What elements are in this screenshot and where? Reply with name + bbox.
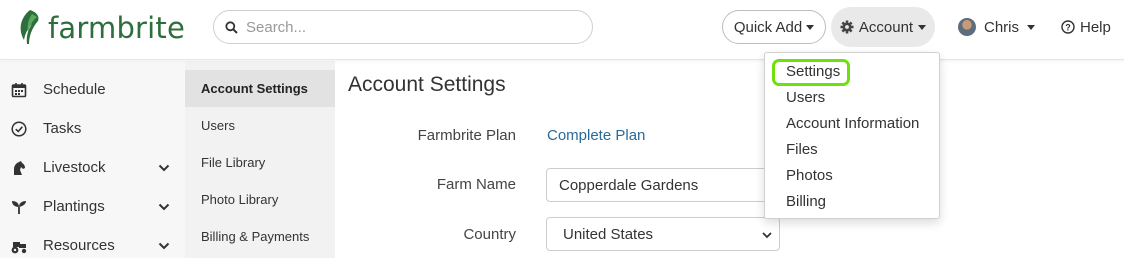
horse-icon: [10, 159, 28, 177]
check-circle-icon: [10, 120, 28, 138]
chevron-down-icon[interactable]: [157, 239, 171, 253]
svg-text:?: ?: [1065, 22, 1071, 32]
user-menu[interactable]: Chris: [958, 14, 1036, 40]
menu-item-users[interactable]: Users: [786, 89, 825, 106]
search-box[interactable]: [213, 10, 593, 44]
subnav-item-file-library[interactable]: File Library: [185, 144, 335, 181]
caret-down-icon: [1027, 25, 1036, 30]
sidebar-item-label: Plantings: [43, 198, 105, 215]
logo-wordmark: farmbrite: [48, 11, 186, 45]
account-subnav: Account Settings Users File Library Phot…: [185, 61, 335, 258]
country-label: Country: [463, 226, 516, 243]
page-title: Account Settings: [348, 73, 506, 96]
chevron-down-icon[interactable]: [157, 200, 171, 214]
menu-item-billing[interactable]: Billing: [786, 193, 826, 210]
seedling-icon: [10, 198, 28, 216]
menu-item-files[interactable]: Files: [786, 141, 818, 158]
tractor-icon: [10, 237, 28, 255]
menu-item-photos[interactable]: Photos: [786, 167, 833, 184]
chevron-down-icon[interactable]: [157, 161, 171, 175]
farm-name-field[interactable]: Copperdale Gardens: [546, 168, 780, 202]
farm-name-value: Copperdale Gardens: [559, 176, 699, 194]
user-name: Chris: [984, 18, 1020, 36]
plan-label: Farmbrite Plan: [417, 127, 516, 144]
sidebar-item-label: Schedule: [43, 81, 106, 98]
plan-link[interactable]: Complete Plan: [547, 127, 645, 144]
subnav-item-photo-library[interactable]: Photo Library: [185, 181, 335, 218]
account-label: Account: [858, 18, 914, 36]
sidebar-item-label: Tasks: [43, 120, 82, 137]
sidebar-item-label: Resources: [43, 237, 115, 254]
subnav-item-billing-payments[interactable]: Billing & Payments: [185, 218, 335, 255]
help-link[interactable]: ? Help: [1061, 14, 1111, 40]
country-select[interactable]: United States: [546, 217, 780, 251]
country-value: United States: [563, 225, 654, 243]
caret-down-icon: [918, 25, 927, 30]
subnav-item-users[interactable]: Users: [185, 107, 335, 144]
subnav-item-account-settings[interactable]: Account Settings: [185, 70, 335, 107]
gear-icon: [840, 20, 854, 34]
account-button[interactable]: Account: [831, 7, 935, 47]
quick-add-button[interactable]: Quick Add: [722, 10, 826, 44]
caret-down-icon: [806, 25, 815, 30]
avatar: [958, 18, 976, 36]
calendar-icon: [10, 81, 28, 99]
question-circle-icon: ?: [1061, 20, 1075, 34]
search-input[interactable]: [246, 18, 566, 36]
farm-name-label: Farm Name: [436, 176, 516, 193]
help-label: Help: [1080, 18, 1111, 36]
sidebar-item-livestock[interactable]: Livestock: [0, 148, 185, 187]
search-icon: [225, 20, 238, 34]
leaf-logo-icon: [20, 10, 39, 44]
sidebar-item-schedule[interactable]: Schedule: [0, 70, 185, 109]
sidebar-item-plantings[interactable]: Plantings: [0, 187, 185, 226]
sidebar-item-label: Livestock: [43, 159, 106, 176]
sidebar-item-tasks[interactable]: Tasks: [0, 109, 185, 148]
quick-add-label: Quick Add: [733, 18, 803, 36]
menu-item-settings[interactable]: Settings: [786, 63, 840, 80]
account-dropdown-menu: Settings Users Account Information Files…: [764, 52, 940, 219]
chevron-down-icon: [762, 232, 772, 239]
menu-item-account-information[interactable]: Account Information: [786, 115, 919, 132]
farmbrite-logo[interactable]: farmbrite: [16, 6, 185, 50]
top-header: farmbrite Quick Add Account Chris: [0, 0, 1124, 60]
sidebar: Schedule Tasks Livestock Plantings Resou…: [0, 61, 185, 258]
sidebar-item-resources[interactable]: Resources: [0, 226, 185, 258]
